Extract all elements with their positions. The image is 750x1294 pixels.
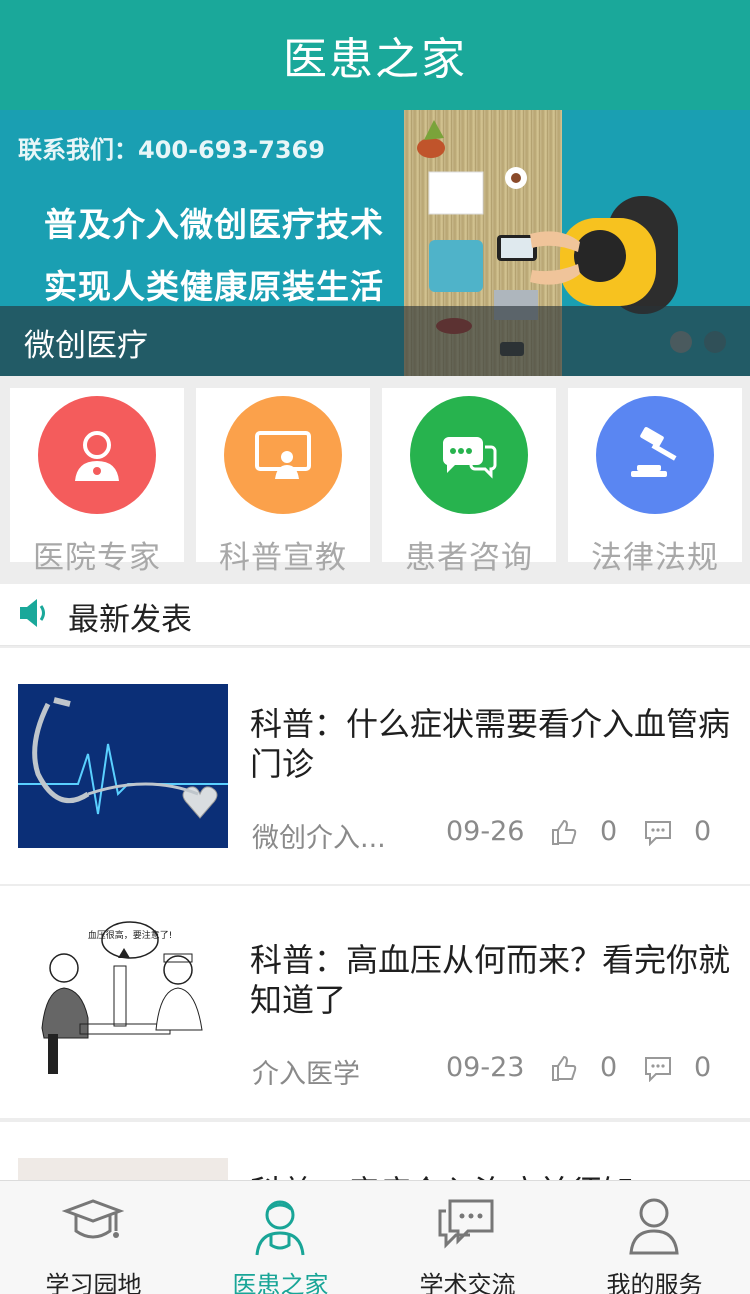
tab-my-services[interactable]: 我的服务 — [561, 1181, 748, 1294]
tab-label: 学习园地 — [45, 1271, 142, 1294]
tab-doctor-patient-home[interactable]: 医患之家 — [187, 1181, 374, 1294]
app-header: 医患之家 — [0, 0, 750, 110]
latest-posts-header: 最新发表 — [0, 584, 750, 646]
bottom-tab-bar: 学习园地 医患之家 学术交流 我的服务 — [0, 1180, 750, 1294]
banner-contact: 联系我们：400-693-7369 — [18, 136, 325, 164]
like-count: 0 — [600, 1052, 618, 1083]
like-icon[interactable] — [551, 818, 577, 846]
category-patient-consult[interactable]: 患者咨询 — [382, 388, 556, 576]
category-label: 法律法规 — [591, 540, 719, 576]
gavel-icon — [631, 427, 677, 477]
tab-label: 学术交流 — [419, 1271, 516, 1294]
article-item[interactable]: 科普：什么症状需要看介入血管病门诊 微创介入... 09-26 0 0 — [0, 648, 750, 884]
banner-slogan-2: 实现人类健康原装生活 — [44, 267, 384, 306]
article-title[interactable]: 科普：癌症介入治疗前须知 — [250, 1172, 730, 1180]
article-thumbnail[interactable] — [18, 1158, 228, 1180]
category-circle — [410, 396, 528, 514]
article-item[interactable]: 科普：癌症介入治疗前须知 — [0, 1122, 750, 1180]
doctor-icon — [75, 431, 119, 481]
tab-study-garden[interactable]: 学习园地 — [0, 1181, 187, 1294]
article-thumbnail[interactable]: 血压很高，要注意了! — [18, 918, 228, 1082]
category-circle — [224, 396, 342, 514]
cartoon-speech: 血压很高，要注意了! — [88, 929, 173, 941]
article-source: 微创介入... — [252, 823, 386, 854]
user-icon — [629, 1198, 679, 1255]
page-title: 医患之家 — [283, 34, 467, 85]
article-title[interactable]: 科普：什么症状需要看介入血管病门诊 — [250, 704, 730, 784]
article-date: 09-23 — [446, 1052, 525, 1083]
tab-label: 医患之家 — [232, 1271, 329, 1294]
like-count: 0 — [600, 816, 618, 847]
chat-icon — [438, 1199, 494, 1249]
banner-indicator-dot[interactable] — [670, 331, 692, 353]
comment-icon[interactable] — [644, 1056, 672, 1082]
comment-icon[interactable] — [644, 820, 672, 846]
article-source: 介入医学 — [252, 1059, 360, 1090]
tab-label: 我的服务 — [606, 1271, 703, 1294]
presentation-icon — [255, 431, 311, 479]
article-item[interactable]: 血压很高，要注意了! 科普：高血压从何而来？看完你就知道了 介入医学 09-23… — [0, 886, 750, 1118]
like-icon[interactable] — [551, 1054, 577, 1082]
graduation-cap-icon — [62, 1199, 124, 1239]
category-circle — [596, 396, 714, 514]
blood-pressure-cartoon: 血压很高，要注意了! — [18, 918, 228, 1082]
article-title[interactable]: 科普：高血压从何而来？看完你就知道了 — [250, 940, 730, 1020]
category-hospital-experts[interactable]: 医院专家 — [10, 388, 184, 576]
category-label: 患者咨询 — [405, 540, 533, 576]
section-title: 最新发表 — [68, 602, 192, 638]
speaker-icon — [20, 599, 45, 627]
category-grid: 医院专家 科普宣教 患者咨询 法律法规 — [0, 376, 750, 576]
promo-banner[interactable]: 联系我们：400-693-7369 普及介入微创医疗技术 实现人类健康原装生活 … — [0, 110, 750, 376]
chat-bubbles-icon — [442, 437, 497, 479]
category-label: 医院专家 — [33, 540, 161, 576]
category-laws[interactable]: 法律法规 — [568, 388, 742, 576]
comment-count: 0 — [694, 816, 712, 847]
article-date: 09-26 — [446, 816, 525, 847]
comment-count: 0 — [694, 1052, 712, 1083]
doctor-icon — [255, 1200, 305, 1256]
category-science-education[interactable]: 科普宣教 — [196, 388, 370, 576]
tab-academic-exchange[interactable]: 学术交流 — [374, 1181, 561, 1294]
category-label: 科普宣教 — [219, 540, 347, 576]
stethoscope-thumb — [18, 684, 228, 848]
banner-slogan-1: 普及介入微创医疗技术 — [44, 205, 384, 244]
category-circle — [38, 396, 156, 514]
banner-indicator-dot[interactable] — [704, 331, 726, 353]
article-thumbnail[interactable] — [18, 684, 228, 848]
banner-caption: 微创医疗 — [24, 328, 148, 364]
